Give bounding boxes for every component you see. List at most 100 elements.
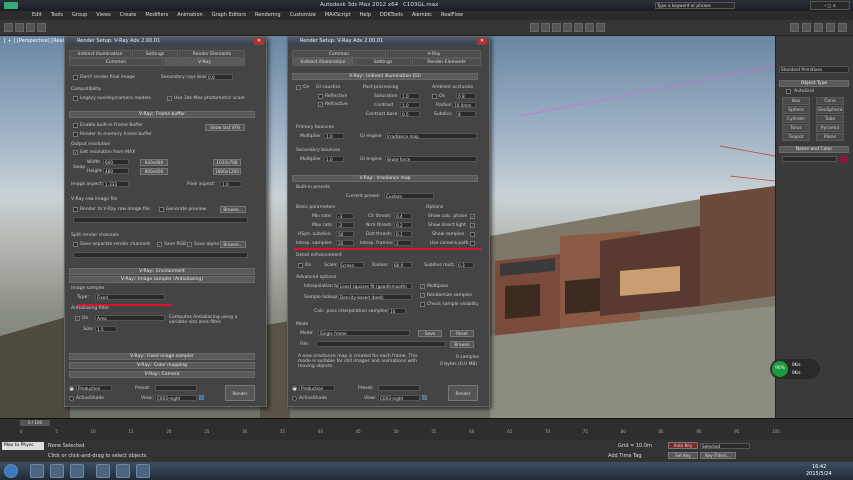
secondary-rays-field[interactable]: 0.0 [206,74,233,80]
width-field[interactable]: 640 [103,159,129,165]
reset-map-button[interactable]: Reset [450,330,474,337]
object-type-rollout[interactable]: Object Type [779,80,849,87]
close-icon[interactable]: ✕ [477,38,487,45]
interp-type-select[interactable]: Least squares fit (good/smooth) [338,283,412,289]
menu-modifiers[interactable]: Modifiers [145,11,168,20]
render-button[interactable]: Render [448,385,478,401]
show-calc-checkbox[interactable]: ✓ [470,214,475,219]
pixel-aspect-field[interactable]: 1.0 [220,181,242,187]
check-visibility-checkbox[interactable] [420,302,425,307]
file-path-field[interactable] [316,341,446,347]
teapot-button[interactable]: Teapot [782,133,810,141]
set-key-button[interactable]: Set Key [668,452,698,459]
subdivs-mult-field[interactable]: 0.3 [456,262,474,268]
nrm-thresh-field[interactable]: 0.2 [394,222,412,228]
aa-size-field[interactable]: 1.5 [95,326,117,332]
photometric-checkbox[interactable]: ✓ [167,96,172,101]
secondary-engine-select[interactable]: Brute force [385,156,477,162]
menu-animation[interactable]: Animation [177,11,203,20]
maxscript-listener[interactable]: Max to Physc [2,442,44,450]
dialog-title-bar[interactable]: Render Setup: V-Ray Adv 2.00.01 ✕ [65,37,266,46]
auto-key-button[interactable]: Auto Key [668,442,698,449]
aa-filter-select[interactable]: Area [95,315,165,321]
menu-edit[interactable]: Edit [32,11,42,20]
browse-split-button[interactable]: Browse... [220,241,246,248]
sample-lookup-select[interactable]: Density-based (best) [338,294,412,300]
height-field[interactable]: 480 [103,168,129,174]
detail-on-checkbox[interactable] [298,263,303,268]
hsph-field[interactable]: 50 [336,231,354,237]
legacy-checkbox[interactable] [73,96,78,101]
image-aspect-field[interactable]: 1.333 [103,181,129,187]
res-1024-button[interactable]: 1024x768 [213,159,241,166]
ao-radius-field[interactable]: 10.0mm [452,102,476,108]
key-mode-select[interactable]: Selected [700,443,750,449]
res-640-button[interactable]: 640x480 [140,159,168,166]
undo-icon[interactable] [4,23,13,32]
render-icon[interactable] [596,23,605,32]
cmd-hierarchy-icon[interactable] [814,23,823,32]
name-color-rollout[interactable]: Name and Color [779,146,849,153]
tab-common[interactable]: Common [69,58,163,66]
min-rate-field[interactable]: -3 [336,213,354,219]
media-icon[interactable] [96,464,110,478]
primary-engine-select[interactable]: Irradiance map [385,133,477,139]
tab-render-elements[interactable]: Render Elements [412,58,481,66]
link-icon[interactable] [26,23,35,32]
scale-select[interactable]: Screen [338,262,364,268]
time-slider[interactable]: 0 / 100 [20,420,50,426]
mirror-icon[interactable] [530,23,539,32]
rollout-fixed-sampler[interactable]: V-Ray:: Fixed image sampler [69,353,255,360]
tab-render-elements[interactable]: Render Elements [179,50,245,58]
activeshade-radio[interactable] [69,396,74,401]
multipass-checkbox[interactable]: ✓ [420,284,425,289]
lock-view-icon[interactable] [199,395,204,400]
pyramid-button[interactable]: Pyramid [816,124,844,132]
rollout-gi[interactable]: V-Ray:: Indirect illumination (GI) [292,73,478,80]
curve-editor-icon[interactable] [563,23,572,32]
detail-radius-field[interactable]: 60.0 [392,262,412,268]
activeshade-radio[interactable] [292,396,297,401]
box-button[interactable]: Box [782,97,810,105]
res-1600-button[interactable]: 1600x1200 [213,168,241,175]
get-res-checkbox[interactable]: ✓ [73,150,78,155]
tab-common[interactable]: Common [292,50,386,58]
enable-vfb-checkbox[interactable] [73,123,78,128]
preset-select[interactable] [378,385,420,391]
menu-ddktools[interactable]: DDKTools [380,11,403,20]
cmd-modify-icon[interactable] [802,23,811,32]
object-color-swatch[interactable] [840,156,847,163]
sampler-type-select[interactable]: Fixed [95,294,165,300]
res-800-button[interactable]: 800x600 [140,168,168,175]
interp-frames-field[interactable]: 2 [394,240,412,246]
ao-amount-field[interactable]: 0.8 [456,93,476,99]
production-radio[interactable]: ● [292,386,297,391]
cylinder-button[interactable]: Cylinder [782,115,810,123]
timeline[interactable]: 0 / 100 0 5 10 15 20 25 30 35 40 45 50 5… [0,418,853,440]
production-select[interactable]: Production [76,385,112,391]
torus-button[interactable]: Torus [782,124,810,132]
rollout-frame-buffer[interactable]: V-Ray:: Frame buffer [69,111,255,118]
show-direct-checkbox[interactable]: ✓ [470,223,475,228]
key-filters-button[interactable]: Key Filters... [700,452,736,459]
render-button[interactable]: Render [225,385,255,401]
dialog-title-bar[interactable]: Render Setup: V-Ray Adv 2.00.01 ✕ [288,37,489,46]
primary-multiplier-field[interactable]: 1.0 [324,133,344,139]
add-time-tag[interactable]: Add Time Tag [608,453,642,459]
rollout-irradiance-map[interactable]: V-Ray:: Irradiance map [292,175,478,182]
sphere-button[interactable]: Sphere [782,106,810,114]
render-memory-checkbox[interactable] [73,132,78,137]
clr-thresh-field[interactable]: 0.4 [394,213,412,219]
window-controls[interactable]: ─ □ ✕ [810,1,850,10]
timeline-ruler[interactable]: 0 5 10 15 20 25 30 35 40 45 50 55 60 65 … [20,429,780,439]
rollout-environment[interactable]: V-Ray:: Environment [69,268,255,275]
show-samples-checkbox[interactable] [470,232,475,237]
production-radio[interactable]: ● [69,386,74,391]
gen-preview-checkbox[interactable] [159,207,164,212]
menu-help[interactable]: Help [360,11,371,20]
object-name-field[interactable] [782,156,837,162]
menu-tools[interactable]: Tools [51,11,63,20]
menu-maxscript[interactable]: MAXScript [325,11,351,20]
saturation-field[interactable]: 1.0 [400,93,420,99]
contrast-field[interactable]: 1.0 [400,102,420,108]
